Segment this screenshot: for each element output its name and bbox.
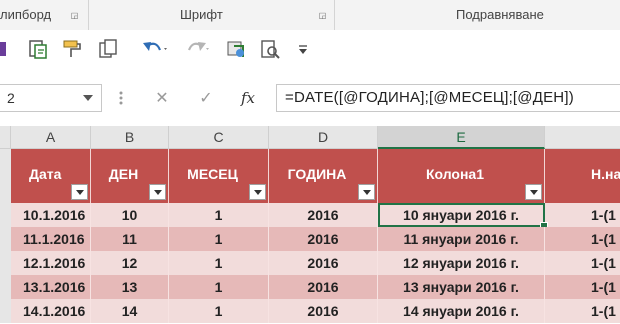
table-header-label: ГОДИНА [287, 166, 347, 182]
clipboard-launcher-icon[interactable]: ◲ [70, 11, 79, 20]
column1-cell[interactable]: 13 януари 2016 г. [378, 275, 545, 299]
ribbon-separator [334, 0, 335, 30]
enter-formula-button[interactable]: ✓ [194, 84, 218, 112]
table-header-year[interactable]: ГОДИНА [269, 149, 378, 203]
font-group-label: Шрифт [180, 7, 223, 22]
redo-icon[interactable] [182, 37, 212, 61]
month-cell[interactable]: 1 [169, 203, 269, 227]
clipboard-group-label: липборд [0, 7, 52, 22]
insert-function-button[interactable]: fx [236, 84, 260, 112]
formula-bar-grip-icon[interactable] [115, 90, 127, 106]
macro-icon[interactable] [224, 37, 248, 61]
weekday-cell[interactable]: 1-(1 [545, 251, 620, 275]
date-cell[interactable]: 11.1.2016 [11, 227, 91, 251]
paste-special-icon[interactable] [26, 37, 50, 61]
column1-cell[interactable]: 12 януари 2016 г. [378, 251, 545, 275]
month-cell[interactable]: 1 [169, 251, 269, 275]
date-cell[interactable]: 10.1.2016 [11, 203, 91, 227]
column-header-c[interactable]: C [169, 126, 269, 149]
date-cell[interactable]: 14.1.2016 [11, 299, 91, 323]
table-header-label: ДЕН [108, 166, 139, 182]
table-header-column1[interactable]: Колона1 [378, 149, 545, 203]
print-preview-icon[interactable] [258, 37, 282, 61]
ribbon-separator [88, 0, 89, 30]
month-cell[interactable]: 1 [169, 227, 269, 251]
day-cell[interactable]: 14 [91, 299, 169, 323]
filter-dropdown-icon[interactable] [249, 184, 266, 200]
column-header-a[interactable]: A [11, 126, 91, 149]
format-painter-icon[interactable] [60, 37, 84, 61]
formula-input[interactable]: =DATE([@ГОДИНА];[@МЕСЕЦ];[@ДЕН]) [276, 84, 620, 112]
table-header-label: МЕСЕЦ [187, 166, 238, 182]
filter-dropdown-icon[interactable] [358, 184, 375, 200]
copy-icon[interactable] [96, 37, 120, 61]
row-number[interactable] [0, 275, 11, 299]
column-header-b[interactable]: B [91, 126, 169, 149]
table-header-label: Н.на [591, 166, 620, 182]
month-cell[interactable]: 1 [169, 275, 269, 299]
undo-icon[interactable] [140, 37, 170, 61]
name-box-value: 2 [7, 90, 15, 106]
select-all-corner[interactable] [0, 126, 11, 149]
column-header-d[interactable]: D [269, 126, 378, 149]
day-cell[interactable]: 11 [91, 227, 169, 251]
quick-access-toolbar [0, 30, 620, 69]
cancel-formula-button[interactable]: ✕ [150, 84, 174, 112]
name-box[interactable]: 2 [0, 84, 102, 112]
month-cell[interactable]: 1 [169, 299, 269, 323]
row-number[interactable] [0, 227, 11, 251]
customize-icon[interactable] [296, 37, 310, 61]
column1-cell[interactable]: 10 януари 2016 г. [378, 203, 545, 227]
day-cell[interactable]: 10 [91, 203, 169, 227]
row-number[interactable] [0, 299, 11, 323]
formula-text: =DATE([@ГОДИНА];[@МЕСЕЦ];[@ДЕН]) [285, 89, 574, 106]
column1-cell[interactable]: 14 януари 2016 г. [378, 299, 545, 323]
day-cell[interactable]: 12 [91, 251, 169, 275]
table-header-weekday[interactable]: Н.на [545, 149, 620, 203]
year-cell[interactable]: 2016 [269, 299, 378, 323]
weekday-cell[interactable]: 1-(1 [545, 203, 620, 227]
filter-dropdown-icon[interactable] [525, 184, 542, 200]
table-header-month[interactable]: МЕСЕЦ [169, 149, 269, 203]
year-cell[interactable]: 2016 [269, 251, 378, 275]
filter-dropdown-icon[interactable] [71, 184, 88, 200]
column-header-e[interactable]: E [378, 126, 545, 149]
date-cell[interactable]: 12.1.2016 [11, 251, 91, 275]
font-launcher-icon[interactable]: ◲ [318, 11, 327, 20]
table-header-label: Колона1 [425, 166, 485, 182]
name-box-dropdown-icon[interactable] [83, 95, 93, 101]
year-cell[interactable]: 2016 [269, 227, 378, 251]
save-icon[interactable] [0, 37, 10, 61]
year-cell[interactable]: 2016 [269, 203, 378, 227]
weekday-cell[interactable]: 1-(1 [545, 227, 620, 251]
weekday-cell[interactable]: 1-(1 [545, 275, 620, 299]
date-cell[interactable]: 13.1.2016 [11, 275, 91, 299]
row-number-header[interactable] [0, 149, 11, 203]
weekday-cell[interactable]: 1-(1 [545, 299, 620, 323]
alignment-group-label: Подравняване [456, 7, 544, 22]
column1-cell[interactable]: 11 януари 2016 г. [378, 227, 545, 251]
filter-dropdown-icon[interactable] [149, 184, 166, 200]
row-number[interactable] [0, 203, 11, 227]
row-number[interactable] [0, 251, 11, 275]
year-cell[interactable]: 2016 [269, 275, 378, 299]
ribbon-group-bar: липборд ◲ Шрифт ◲ Подравняване [0, 0, 620, 31]
day-cell[interactable]: 13 [91, 275, 169, 299]
column-header-f[interactable] [545, 126, 620, 149]
